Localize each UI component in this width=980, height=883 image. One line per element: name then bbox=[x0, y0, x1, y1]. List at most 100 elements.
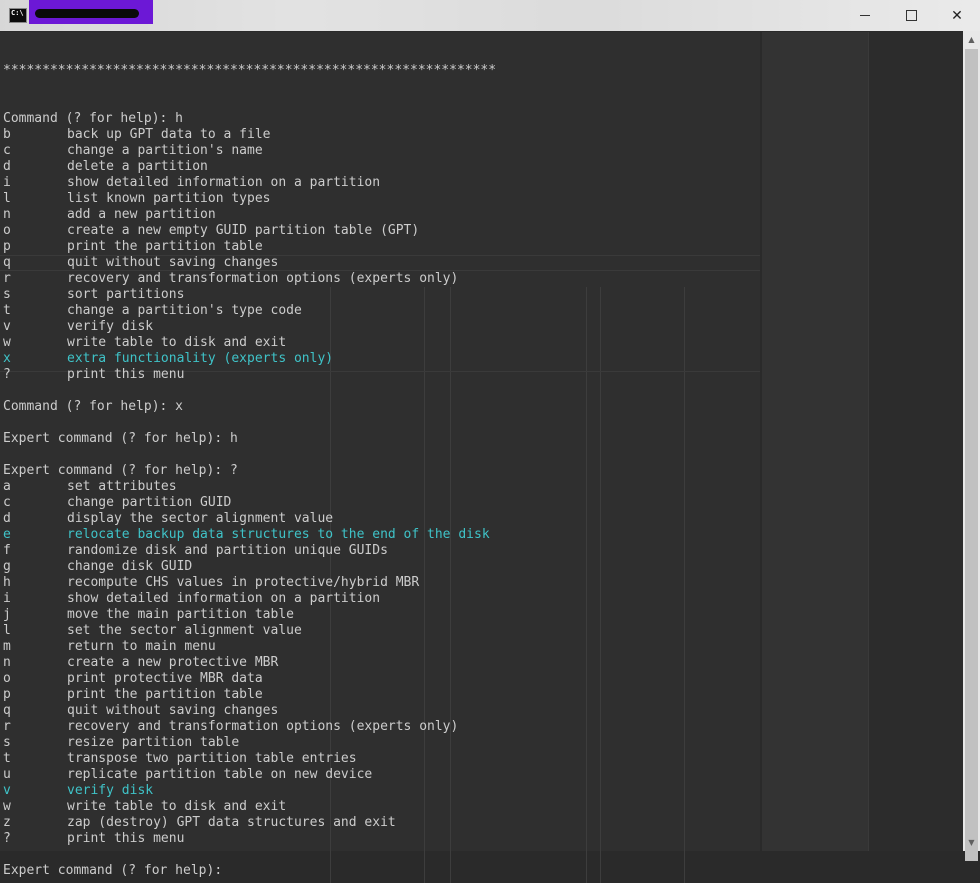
scroll-down-arrow-icon[interactable]: ▼ bbox=[963, 834, 980, 851]
menu-item-description: relocate backup data structures to the e… bbox=[67, 527, 490, 542]
menu-item-description: print the partition table bbox=[67, 239, 263, 254]
command-prompt-line: Expert command (? for help): bbox=[3, 863, 230, 878]
menu-item-description: print this menu bbox=[67, 367, 185, 382]
menu-item-description: change a partition's name bbox=[67, 143, 263, 158]
vertical-scrollbar[interactable]: ▲ ▼ bbox=[963, 31, 980, 861]
console-app-icon: C:\ bbox=[9, 8, 27, 23]
menu-item-key: z bbox=[3, 815, 11, 830]
menu-item-description: add a new partition bbox=[67, 207, 216, 222]
menu-item-description: quit without saving changes bbox=[67, 255, 279, 270]
menu-item-description: list known partition types bbox=[67, 191, 271, 206]
menu-item-key: w bbox=[3, 335, 11, 350]
redacted-window-title bbox=[29, 0, 153, 24]
menu-item-description: print the partition table bbox=[67, 687, 263, 702]
menu-item-description: replicate partition table on new device bbox=[67, 767, 373, 782]
menu-item-key: p bbox=[3, 239, 11, 254]
menu-item-line: r recovery and transformation options (ex… bbox=[3, 719, 963, 735]
menu-item-description: transpose two partition table entries bbox=[67, 751, 357, 766]
menu-item-line: c change partition GUID bbox=[3, 495, 963, 511]
menu-item-key: j bbox=[3, 607, 11, 622]
menu-item-line: t change a partition's type code bbox=[3, 303, 963, 319]
minimize-button[interactable] bbox=[842, 0, 888, 31]
menu-item-key: g bbox=[3, 559, 11, 574]
menu-item-line: o print protective MBR data bbox=[3, 671, 963, 687]
menu-item-description: display the sector alignment value bbox=[67, 511, 334, 526]
menu-item-key: ? bbox=[3, 831, 11, 846]
menu-item-key: e bbox=[3, 527, 11, 542]
minimize-icon bbox=[860, 15, 870, 16]
scrollbar-thumb[interactable] bbox=[965, 49, 978, 861]
menu-item-description: sort partitions bbox=[67, 287, 185, 302]
menu-item-key: o bbox=[3, 671, 11, 686]
menu-item-line: n add a new partition bbox=[3, 207, 963, 223]
menu-item-line: m return to main menu bbox=[3, 639, 963, 655]
menu-item-line: f randomize disk and partition unique GUI… bbox=[3, 543, 963, 559]
console-output[interactable]: ****************************************… bbox=[3, 31, 963, 878]
menu-item-description: set the sector alignment value bbox=[67, 623, 302, 638]
menu-item-description: return to main menu bbox=[67, 639, 216, 654]
menu-item-key: d bbox=[3, 511, 11, 526]
menu-item-line: q quit without saving changes bbox=[3, 255, 963, 271]
menu-item-key: b bbox=[3, 127, 11, 142]
menu-item-key: ? bbox=[3, 367, 11, 382]
menu-item-description: write table to disk and exit bbox=[67, 335, 287, 350]
menu-item-description: move the main partition table bbox=[67, 607, 294, 622]
menu-item-key: v bbox=[3, 319, 11, 334]
menu-item-key: p bbox=[3, 687, 11, 702]
menu-item-line: x extra functionality (experts only) bbox=[3, 351, 963, 367]
menu-item-description: extra functionality (experts only) bbox=[67, 351, 334, 366]
menu-item-line: e relocate backup data structures to the … bbox=[3, 527, 963, 543]
menu-item-key: f bbox=[3, 543, 11, 558]
menu-item-line: r recovery and transformation options (ex… bbox=[3, 271, 963, 287]
menu-item-key: m bbox=[3, 639, 11, 654]
menu-item-description: show detailed information on a partition bbox=[67, 175, 381, 190]
menu-item-description: change partition GUID bbox=[67, 495, 232, 510]
menu-item-key: u bbox=[3, 767, 11, 782]
title-bar[interactable]: C:\ ✕ bbox=[0, 0, 980, 31]
menu-item-line: l set the sector alignment value bbox=[3, 623, 963, 639]
separator-line: ****************************************… bbox=[3, 63, 497, 78]
menu-item-key: n bbox=[3, 655, 11, 670]
menu-item-key: n bbox=[3, 207, 11, 222]
menu-item-line: i show detailed information on a partitio… bbox=[3, 591, 963, 607]
menu-item-line: p print the partition table bbox=[3, 239, 963, 255]
menu-item-description: verify disk bbox=[67, 783, 154, 798]
menu-item-description: verify disk bbox=[67, 319, 154, 334]
command-prompt-line: Expert command (? for help): h bbox=[3, 431, 238, 446]
menu-item-description: create a new protective MBR bbox=[67, 655, 279, 670]
menu-item-description: recovery and transformation options (exp… bbox=[67, 719, 459, 734]
command-prompt-line: Expert command (? for help): ? bbox=[3, 463, 238, 478]
menu-item-description: resize partition table bbox=[67, 735, 240, 750]
menu-item-key: r bbox=[3, 719, 11, 734]
close-button[interactable]: ✕ bbox=[934, 0, 980, 31]
menu-item-key: i bbox=[3, 591, 11, 606]
scroll-up-arrow-icon[interactable]: ▲ bbox=[963, 31, 980, 48]
maximize-button[interactable] bbox=[888, 0, 934, 31]
menu-item-key: x bbox=[3, 351, 11, 366]
menu-item-line: p print the partition table bbox=[3, 687, 963, 703]
menu-item-description: print this menu bbox=[67, 831, 185, 846]
menu-item-description: back up GPT data to a file bbox=[67, 127, 271, 142]
menu-item-description: recovery and transformation options (exp… bbox=[67, 271, 459, 286]
menu-item-line: h recompute CHS values in protective/hybr… bbox=[3, 575, 963, 591]
menu-item-line: u replicate partition table on new device bbox=[3, 767, 963, 783]
menu-item-key: a bbox=[3, 479, 11, 494]
menu-item-description: quit without saving changes bbox=[67, 703, 279, 718]
menu-item-key: c bbox=[3, 495, 11, 510]
redaction-scribble bbox=[35, 9, 139, 18]
menu-item-description: change disk GUID bbox=[67, 559, 193, 574]
menu-item-line: s resize partition table bbox=[3, 735, 963, 751]
menu-item-line: s sort partitions bbox=[3, 287, 963, 303]
menu-item-key: v bbox=[3, 783, 11, 798]
maximize-icon bbox=[905, 10, 917, 21]
menu-item-key: q bbox=[3, 255, 11, 270]
menu-item-line: ? print this menu bbox=[3, 831, 963, 847]
menu-item-key: r bbox=[3, 271, 11, 286]
menu-item-key: c bbox=[3, 143, 11, 158]
menu-item-key: l bbox=[3, 623, 11, 638]
menu-item-line: c change a partition's name bbox=[3, 143, 963, 159]
menu-item-key: s bbox=[3, 287, 11, 302]
menu-item-line: o create a new empty GUID partition table… bbox=[3, 223, 963, 239]
